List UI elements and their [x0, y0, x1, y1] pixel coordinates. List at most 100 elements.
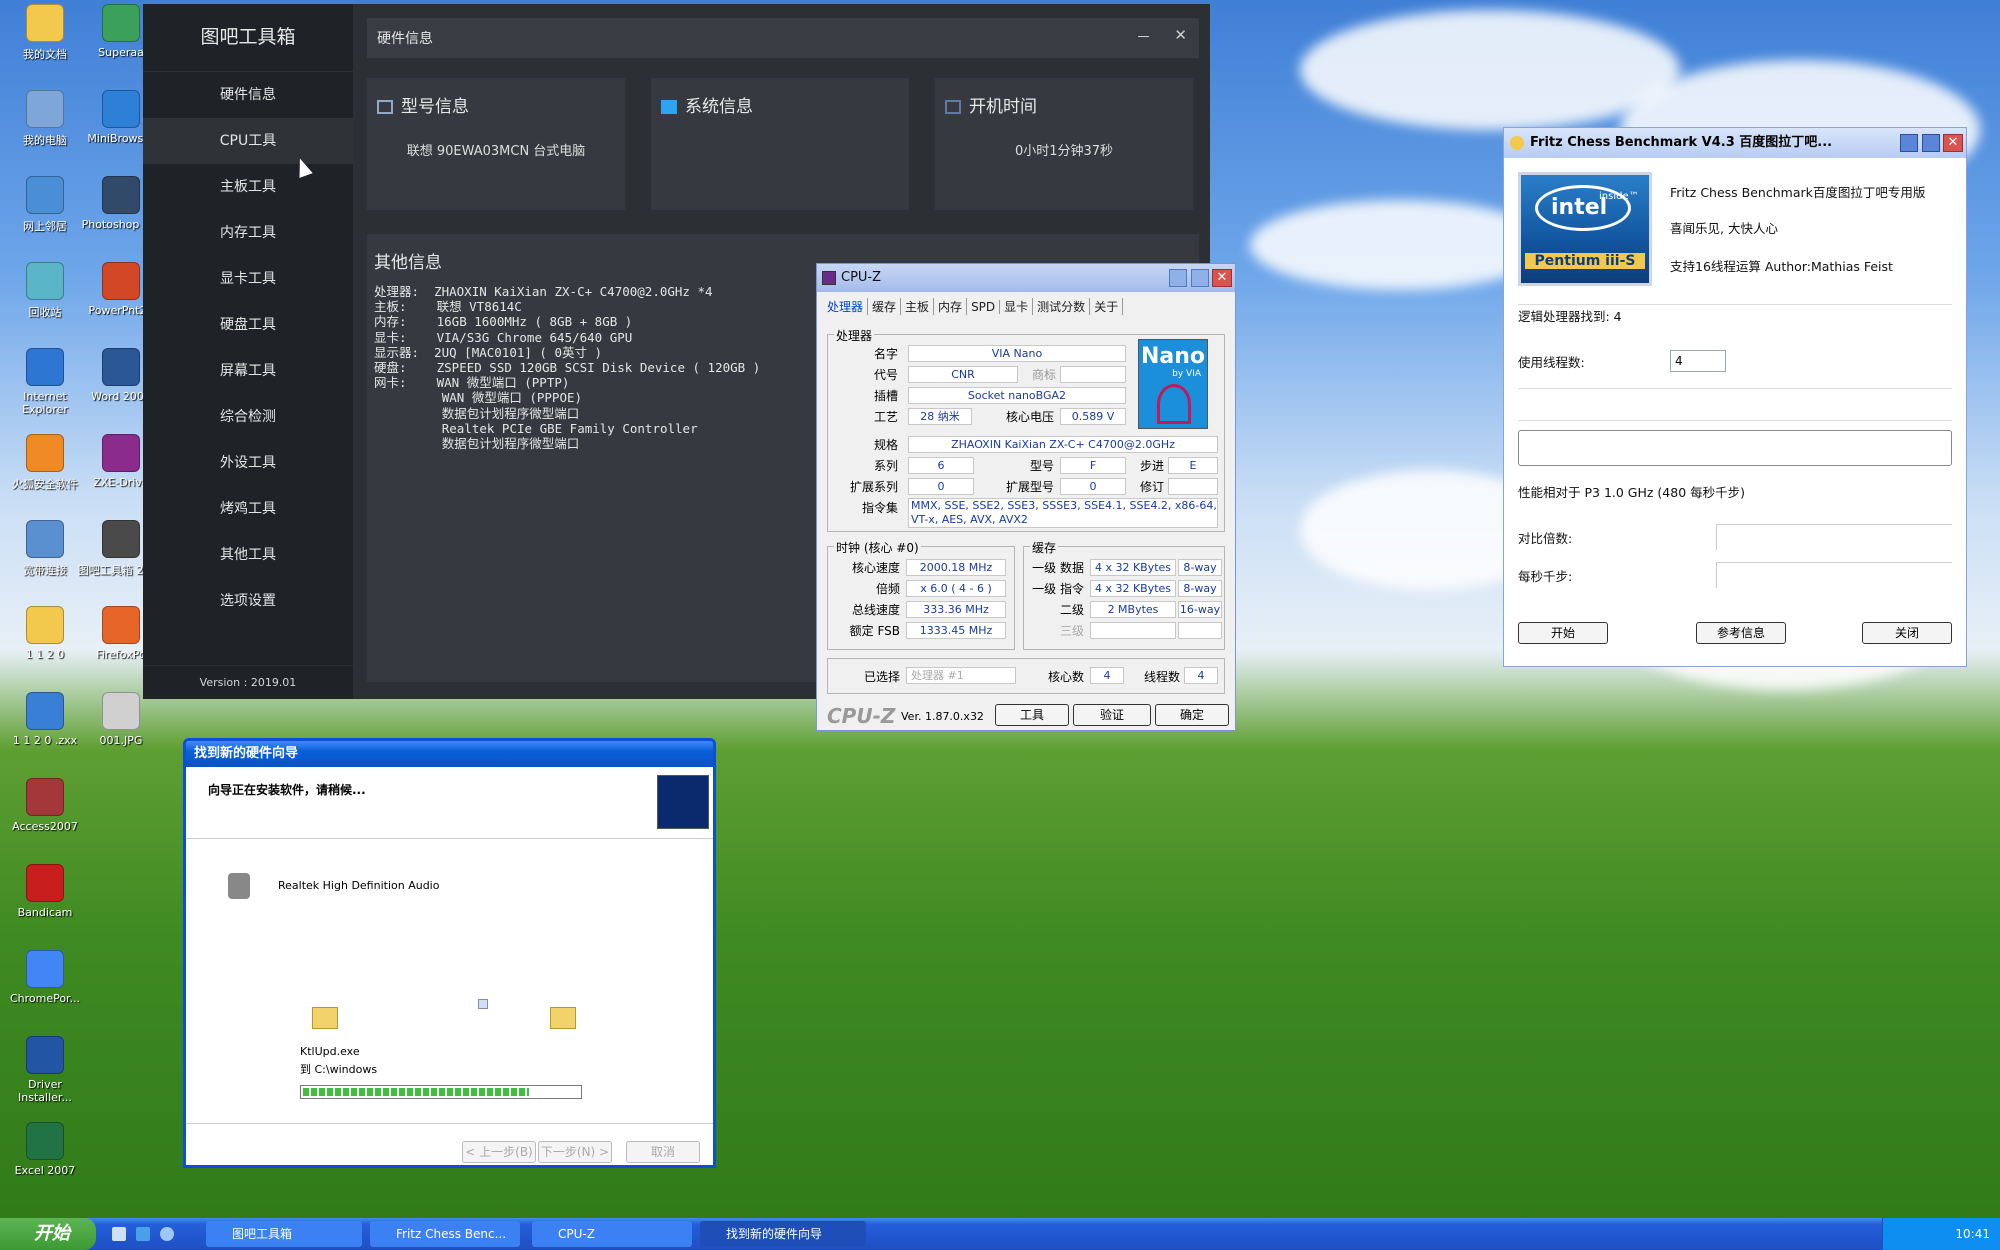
desktop-icon[interactable]: 001.JPG: [76, 692, 166, 747]
label: 扩展系列: [849, 480, 898, 494]
cache-group: 缓存 一级 数据 4 x 32 KBytes 8-way 一级 指令 4 x 3…: [1023, 539, 1225, 650]
cpuz-tab[interactable]: 缓存: [868, 298, 902, 315]
back-button[interactable]: < 上一步(B): [462, 1141, 536, 1163]
label: 修订: [1139, 480, 1164, 494]
desktop-icon[interactable]: Bandicam: [0, 864, 90, 919]
wizard-hardware-icon: [657, 775, 709, 829]
label: 插槽: [873, 389, 898, 403]
desktop-icon[interactable]: Driver Installer...: [0, 1036, 90, 1104]
sidebar-item[interactable]: 显卡工具: [143, 256, 353, 302]
group-label: 缓存: [1030, 539, 1059, 556]
cpuz-tab[interactable]: 主板: [901, 298, 935, 315]
logo-subtext: inside™: [1599, 191, 1639, 202]
progress-box: [1518, 430, 1952, 466]
taskbar-item[interactable]: 找到新的硬件向导: [700, 1221, 866, 1247]
next-button[interactable]: 下一步(N) >: [538, 1141, 612, 1163]
desktop-icon[interactable]: Access2007: [0, 778, 90, 833]
sidebar-item[interactable]: 硬件信息: [143, 72, 353, 118]
sidebar-item[interactable]: 烤鸡工具: [143, 486, 353, 532]
label: 额定 FSB: [849, 624, 900, 638]
toolbox-brand: 图吧工具箱: [143, 4, 353, 72]
divider: [1518, 420, 1952, 421]
threads-label: 使用线程数:: [1518, 355, 1585, 370]
sidebar-item[interactable]: 硬盘工具: [143, 302, 353, 348]
app-icon: [102, 520, 140, 558]
sidebar-item[interactable]: 主板工具: [143, 164, 353, 210]
quicklaunch-icon[interactable]: [136, 1227, 150, 1241]
sidebar-item[interactable]: CPU工具: [143, 118, 353, 164]
revision-field: [1168, 478, 1218, 495]
hourglass-icon: [945, 100, 961, 114]
close-button[interactable]: ✕: [1943, 134, 1963, 152]
close-app-button[interactable]: 关闭: [1862, 622, 1952, 644]
ok-button[interactable]: 确定: [1155, 704, 1229, 726]
start-button[interactable]: 开始: [1518, 622, 1608, 644]
fsb-field: 1333.45 MHz: [906, 622, 1006, 639]
cpuz-tab[interactable]: 测试分数: [1033, 298, 1091, 315]
close-button[interactable]: ✕: [1174, 26, 1187, 44]
app-icon: [26, 606, 64, 644]
cpuz-tab[interactable]: 处理器: [823, 298, 869, 315]
start-label: 开始: [34, 1223, 70, 1244]
brand-field: [1060, 366, 1126, 383]
cancel-button[interactable]: 取消: [626, 1141, 700, 1163]
app-icon: [102, 262, 140, 300]
l2-assoc-field: 16-way: [1178, 601, 1222, 618]
sidebar-item[interactable]: 综合检测: [143, 394, 353, 440]
minimize-button[interactable]: －: [1136, 26, 1151, 47]
cpuz-window: CPU-Z ✕ 处理器 缓存 主板 内存 SPD 显卡 测试分数 关于 处理器 名字 VIA …: [816, 263, 1236, 731]
start-button[interactable]: 开始: [0, 1218, 96, 1250]
cpuz-tab[interactable]: SPD: [967, 300, 1001, 314]
maximize-button[interactable]: [1191, 269, 1209, 287]
minimize-button[interactable]: [1900, 134, 1918, 152]
divider: [1518, 388, 1952, 389]
tools-button[interactable]: 工具: [995, 704, 1069, 726]
cpuz-tabs: 处理器 缓存 主板 内存 SPD 显卡 测试分数 关于: [823, 298, 1229, 320]
voltage-field: 0.589 V: [1060, 408, 1126, 425]
card-uptime: 开机时间 0小时1分钟37秒: [935, 78, 1193, 210]
label: 线程数: [1143, 670, 1180, 684]
maximize-button[interactable]: [1922, 134, 1940, 152]
wizard-message: 向导正在安装软件，请稍候...: [208, 783, 366, 797]
desktop-icon[interactable]: Excel 2007: [0, 1122, 90, 1177]
toolbox-sidebar: 图吧工具箱 硬件信息 CPU工具 主板工具 内存工具 显卡工具 硬盘工具 屏幕工具 综合检测外…: [143, 4, 353, 699]
cpuz-title: CPU-Z: [841, 270, 882, 285]
app-icon: [26, 520, 64, 558]
cpuz-tab[interactable]: 关于: [1090, 298, 1124, 315]
card-value: 联想 90EWA03MCN 台式电脑: [406, 144, 586, 159]
header-title: 硬件信息: [377, 31, 433, 47]
desktop-icon-label: ChromePor...: [9, 992, 81, 1005]
desktop-icon-label: Driver Installer...: [18, 1078, 72, 1104]
fritz-title: Fritz Chess Benchmark V4.3 百度图拉丁吧...: [1530, 135, 1833, 150]
sidebar-item[interactable]: 外设工具: [143, 440, 353, 486]
sidebar-item[interactable]: 其他工具: [143, 532, 353, 578]
app-icon: [102, 348, 140, 386]
sidebar-item[interactable]: 内存工具: [143, 210, 353, 256]
taskbar-item[interactable]: CPU-Z: [532, 1221, 692, 1247]
sidebar-item[interactable]: 选项设置: [143, 578, 353, 624]
process-field: 28 纳米: [908, 408, 972, 425]
cpuz-tab[interactable]: 显卡: [1000, 298, 1034, 315]
label: 型号: [1029, 459, 1054, 473]
processors-found: 逻辑处理器找到: 4: [1518, 309, 1622, 324]
processor-select[interactable]: 处理器 #1: [906, 667, 1016, 684]
threads-spinner[interactable]: 4: [1670, 350, 1726, 372]
taskbar-item[interactable]: Fritz Chess Benc...: [370, 1221, 520, 1247]
validate-button[interactable]: 验证: [1073, 704, 1151, 726]
label: 已选择: [863, 670, 900, 684]
desktop-icon[interactable]: ChromePor...: [0, 950, 90, 1005]
info-button[interactable]: 参考信息: [1696, 622, 1786, 644]
close-button[interactable]: ✕: [1212, 269, 1232, 287]
label: 系列: [873, 459, 898, 473]
cpuz-version: Ver. 1.87.0.x32: [901, 710, 984, 723]
cpuz-footer-logo: CPU-Z: [827, 704, 896, 728]
sidebar-item[interactable]: 屏幕工具: [143, 348, 353, 394]
quicklaunch-icon[interactable]: [160, 1227, 174, 1241]
ratio-label: 对比倍数:: [1518, 531, 1573, 546]
label: 一级 数据: [1032, 561, 1084, 575]
device-name: Realtek High Definition Audio: [278, 879, 440, 892]
cpuz-tab[interactable]: 内存: [934, 298, 968, 315]
quicklaunch-icon[interactable]: [112, 1227, 126, 1241]
taskbar-item[interactable]: 图吧工具箱: [206, 1221, 362, 1247]
minimize-button[interactable]: [1169, 269, 1187, 287]
